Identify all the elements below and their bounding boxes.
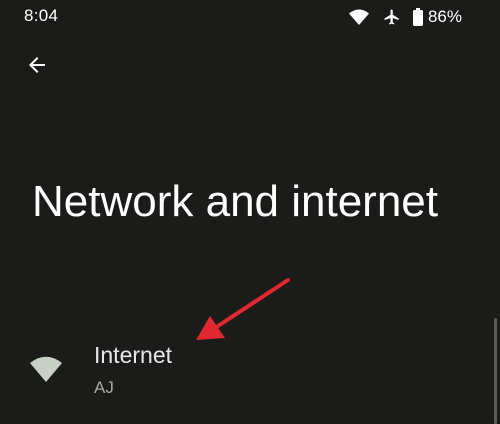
back-button[interactable] bbox=[20, 48, 54, 82]
status-bar: 8:04 86% bbox=[0, 0, 500, 34]
airplane-icon bbox=[383, 8, 401, 26]
status-icons: 86% bbox=[348, 6, 462, 28]
battery-icon bbox=[412, 8, 423, 26]
wifi-status-icon bbox=[348, 9, 369, 25]
status-time: 8:04 bbox=[24, 6, 59, 25]
scrollbar-thumb[interactable] bbox=[494, 318, 497, 424]
annotation-arrow-icon bbox=[196, 278, 290, 340]
battery-percentage: 86% bbox=[427, 7, 462, 26]
wifi-icon bbox=[30, 356, 62, 387]
list-item-title: Internet bbox=[94, 342, 172, 368]
arrow-back-icon bbox=[29, 57, 45, 73]
list-item-summary: AJ bbox=[94, 378, 114, 397]
page-title: Network and internet bbox=[32, 177, 438, 226]
